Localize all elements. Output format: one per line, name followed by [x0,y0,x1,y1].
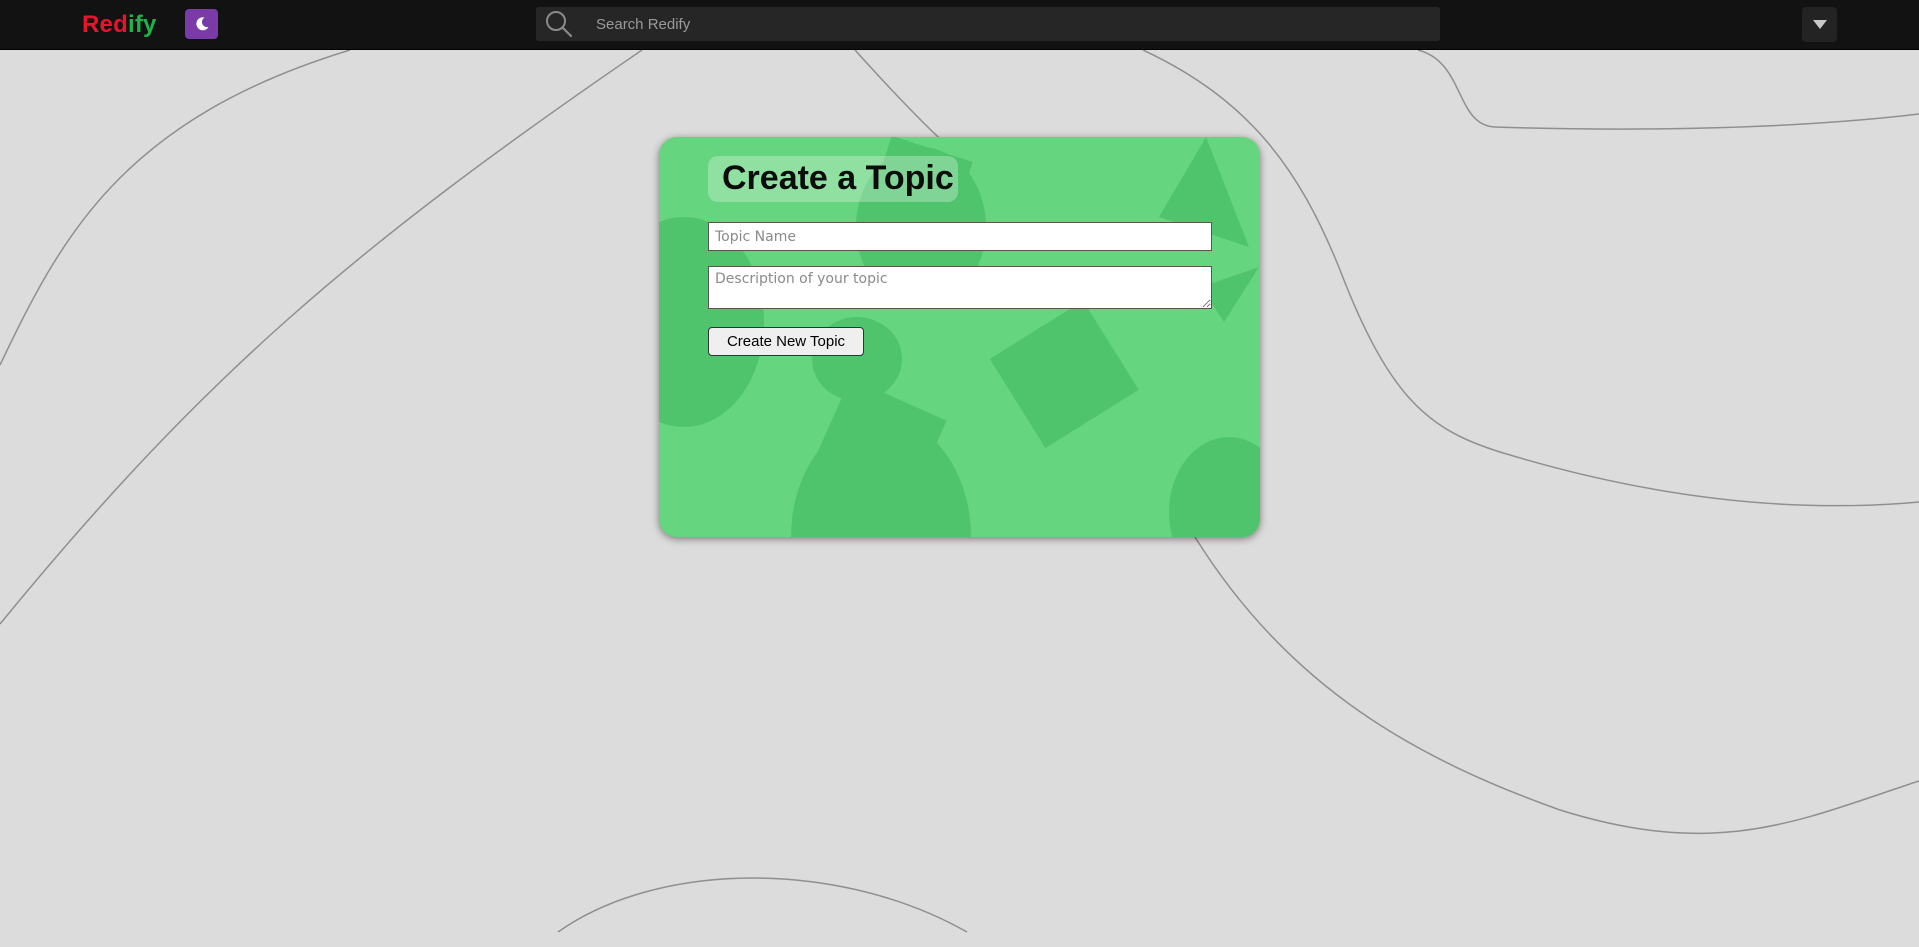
theme-toggle-button[interactable] [185,9,218,39]
create-new-topic-button[interactable]: Create New Topic [708,327,864,356]
caret-down-icon [1812,20,1827,29]
topic-name-input[interactable] [708,222,1212,251]
user-menu-dropdown[interactable] [1802,7,1837,42]
logo-red-text: Red [82,11,128,38]
create-topic-card: Create a Topic Create New Topic [659,137,1260,537]
topic-description-textarea[interactable] [708,266,1212,309]
search-input[interactable] [596,7,1426,41]
top-navbar: Redify [0,0,1919,50]
moon-icon [195,17,208,31]
search-icon[interactable] [544,9,574,39]
page-title: Create a Topic [722,159,954,197]
logo[interactable]: Redify [82,11,157,39]
search-bar [536,7,1440,41]
logo-green-text: ify [127,11,157,38]
